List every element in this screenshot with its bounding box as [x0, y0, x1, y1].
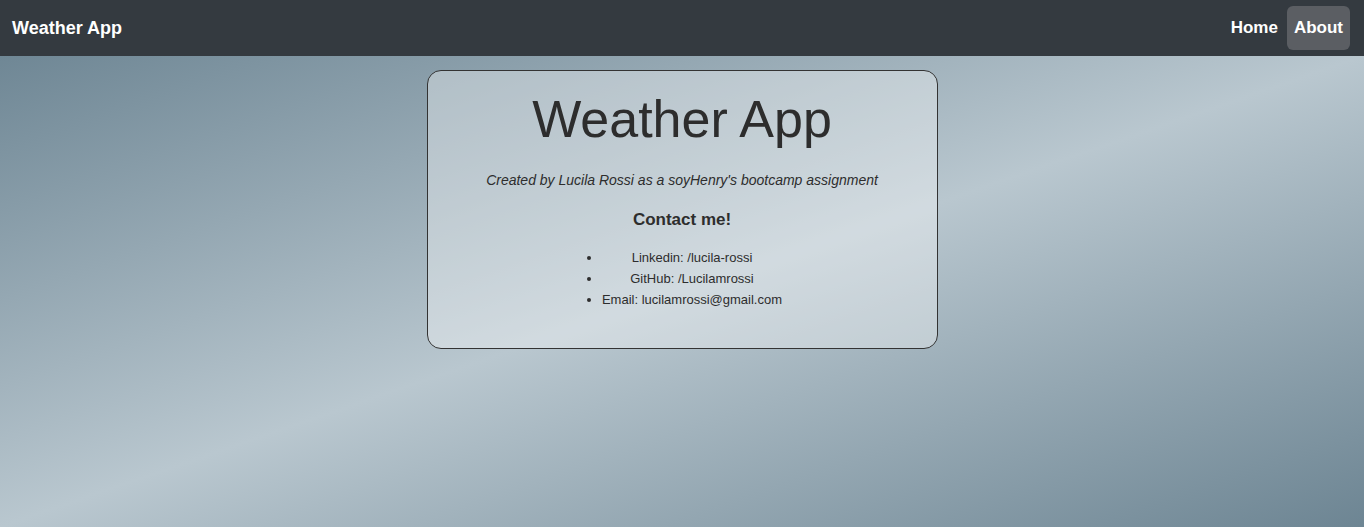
about-title: Weather App: [452, 91, 913, 148]
nav-link[interactable]: Home: [1224, 6, 1285, 50]
brand-link[interactable]: Weather App: [12, 15, 122, 42]
contact-list: Linkedin: /lucila-rossiGitHub: /Lucilamr…: [582, 247, 782, 310]
contact-item: GitHub: /Lucilamrossi: [602, 268, 782, 289]
contact-heading: Contact me!: [452, 207, 913, 233]
navbar: Weather App HomeAbout: [0, 0, 1364, 56]
contact-item: Email: lucilamrossi@gmail.com: [602, 289, 782, 310]
background-photo: Weather App Created by Lucila Rossi as a…: [0, 56, 1364, 527]
nav-link[interactable]: About: [1287, 6, 1350, 50]
about-subtitle: Created by Lucila Rossi as a soyHenry's …: [452, 170, 913, 191]
about-card: Weather App Created by Lucila Rossi as a…: [427, 70, 938, 349]
contact-item: Linkedin: /lucila-rossi: [602, 247, 782, 268]
nav-links: HomeAbout: [1224, 6, 1350, 50]
